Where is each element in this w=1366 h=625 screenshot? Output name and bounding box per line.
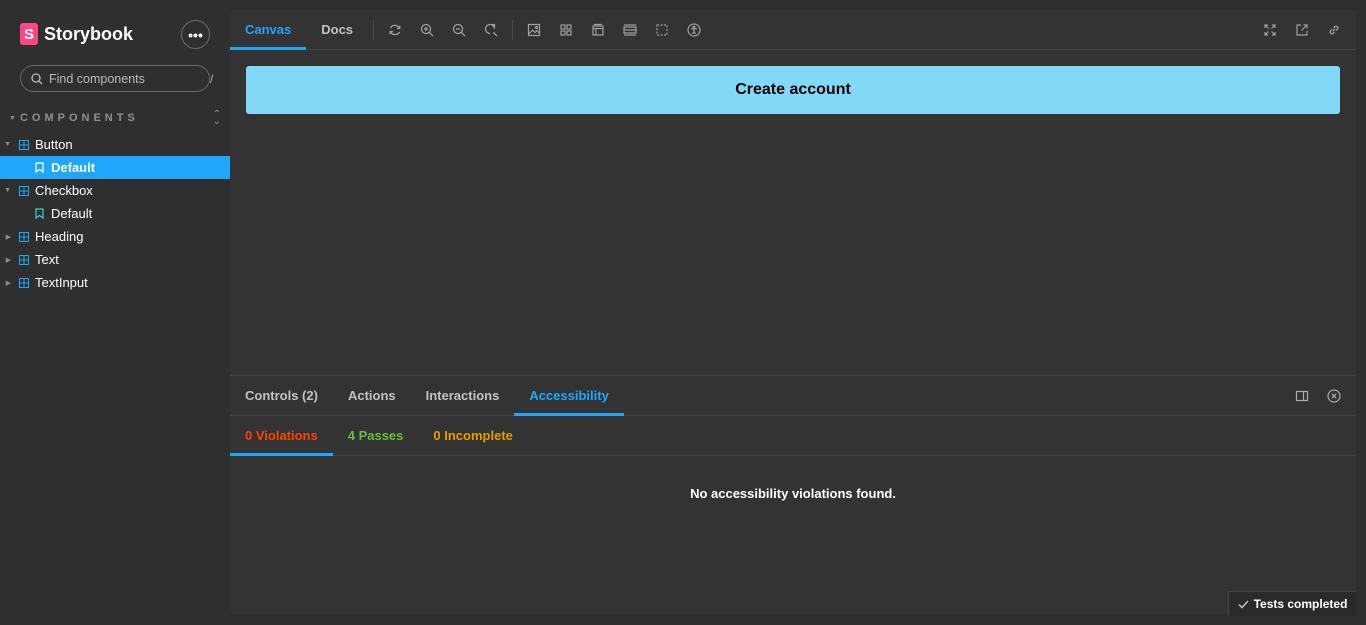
component-icon: [19, 277, 29, 288]
component-icon: [19, 185, 29, 196]
caret-down-icon: ▼: [9, 114, 16, 122]
tab-violations[interactable]: 0 Violations: [230, 416, 333, 456]
storybook-logo-icon: S: [20, 23, 38, 45]
toggle-panel-orientation-icon[interactable]: [1286, 376, 1318, 416]
tab-docs[interactable]: Docs: [306, 10, 368, 50]
tree-item-textinput[interactable]: ▶ TextInput: [0, 271, 230, 294]
tab-controls[interactable]: Controls (2): [230, 376, 333, 416]
tab-interactions[interactable]: Interactions: [411, 376, 515, 416]
tests-status-badge: Tests completed: [1228, 591, 1356, 616]
search-input[interactable]: [49, 71, 210, 86]
tree-item-label: Default: [51, 206, 93, 221]
toolbar: Canvas Docs: [230, 10, 1356, 50]
tree-item-checkbox-default[interactable]: Default: [0, 202, 230, 225]
collapsed-arrow-icon: ▶: [5, 233, 11, 241]
component-tree: ▼ Button Default ▼ Checkbox Default ▶ He…: [0, 133, 230, 294]
zoom-out-icon[interactable]: [443, 10, 475, 50]
component-icon: [19, 139, 29, 150]
tree-item-text[interactable]: ▶ Text: [0, 248, 230, 271]
addons-panel: Controls (2) Actions Interactions Access…: [230, 375, 1356, 614]
tree-item-button-default[interactable]: Default: [0, 156, 230, 179]
create-account-button[interactable]: Create account: [246, 66, 1340, 114]
tree-item-checkbox[interactable]: ▼ Checkbox: [0, 179, 230, 202]
open-new-tab-icon[interactable]: [1286, 10, 1318, 50]
search-box[interactable]: /: [20, 65, 214, 92]
toolbar-divider: [373, 19, 375, 40]
tree-item-heading[interactable]: ▶ Heading: [0, 225, 230, 248]
toolbar-divider: [512, 19, 514, 40]
section-title: COMPONENTS: [19, 112, 139, 124]
tree-item-label: Default: [51, 160, 96, 175]
more-menu-button[interactable]: •••: [181, 20, 210, 49]
toolbar-right-actions: [1254, 10, 1356, 50]
tree-item-label: TextInput: [35, 275, 88, 290]
brand[interactable]: S Storybook: [20, 22, 133, 46]
background-icon[interactable]: [518, 10, 550, 50]
tab-incomplete[interactable]: 0 Incomplete: [418, 416, 527, 456]
accessibility-icon[interactable]: [678, 10, 710, 50]
reload-icon[interactable]: [379, 10, 411, 50]
tree-item-label: Button: [35, 137, 73, 152]
brand-name: Storybook: [44, 23, 134, 44]
search-icon: [31, 72, 43, 84]
collapsed-arrow-icon: ▶: [5, 279, 11, 287]
viewport-icon[interactable]: [582, 10, 614, 50]
component-icon: [19, 254, 29, 265]
components-section-header[interactable]: ▼ COMPONENTS ⌃ ⌄: [9, 110, 221, 127]
a11y-result-tabs: 0 Violations 4 Passes 0 Incomplete: [230, 416, 1356, 456]
outline-icon[interactable]: [646, 10, 678, 50]
bookmark-icon: [35, 208, 44, 219]
addon-tabs: Controls (2) Actions Interactions Access…: [230, 376, 1356, 416]
check-icon: [1238, 600, 1249, 609]
tree-item-label: Text: [35, 252, 59, 267]
story-canvas: Create account: [230, 51, 1356, 375]
component-icon: [19, 231, 29, 242]
collapse-all-icon[interactable]: ⌃ ⌄: [213, 110, 221, 127]
tests-status-label: Tests completed: [1253, 597, 1348, 611]
grid-icon[interactable]: [550, 10, 582, 50]
zoom-reset-icon[interactable]: [475, 10, 507, 50]
tab-accessibility[interactable]: Accessibility: [514, 376, 624, 416]
main-panel: Canvas Docs Create account Controls (2) …: [230, 10, 1356, 614]
expand-arrow-icon: ▼: [4, 141, 11, 148]
tree-item-button[interactable]: ▼ Button: [0, 133, 230, 156]
a11y-result-message: No accessibility violations found.: [690, 486, 896, 501]
tab-actions[interactable]: Actions: [333, 376, 411, 416]
expand-arrow-icon: ▼: [4, 187, 11, 194]
tab-passes[interactable]: 4 Passes: [333, 416, 419, 456]
zoom-in-icon[interactable]: [411, 10, 443, 50]
tree-item-label: Heading: [35, 229, 84, 244]
tab-canvas[interactable]: Canvas: [230, 10, 307, 50]
collapsed-arrow-icon: ▶: [5, 256, 11, 264]
addon-panel-actions: [1286, 376, 1356, 416]
bookmark-icon: [35, 162, 44, 173]
sidebar: S Storybook ••• / ▼ COMPONENTS ⌃⌄ ▼ Butt…: [0, 0, 230, 625]
search-shortcut-hint: /: [210, 71, 214, 86]
tree-item-label: Checkbox: [35, 183, 93, 198]
close-panel-icon[interactable]: [1318, 376, 1350, 416]
measure-icon[interactable]: [614, 10, 646, 50]
fullscreen-icon[interactable]: [1254, 10, 1286, 50]
copy-link-icon[interactable]: [1318, 10, 1350, 50]
